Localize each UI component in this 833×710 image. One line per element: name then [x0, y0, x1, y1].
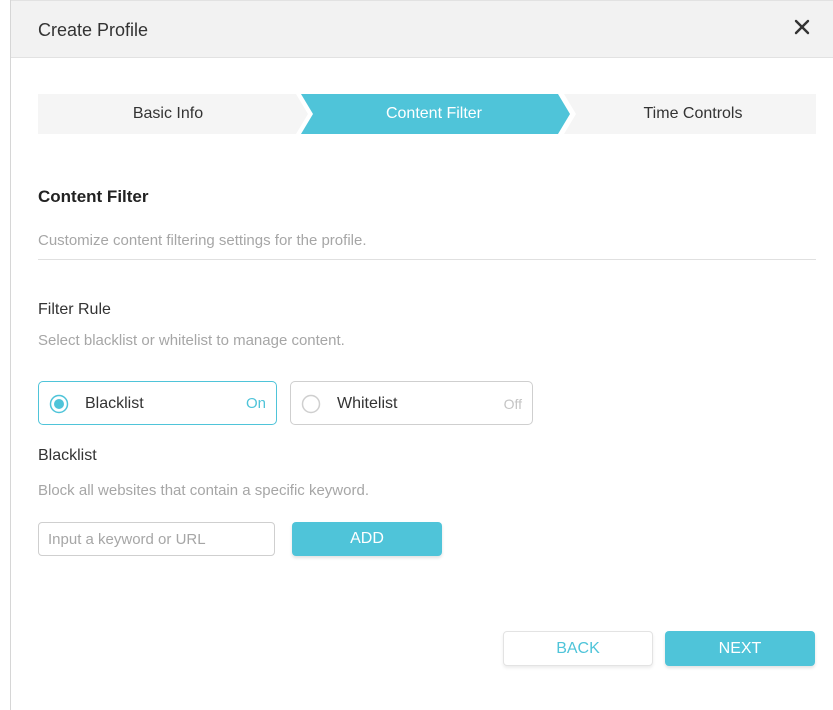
step-time-controls[interactable]: Time Controls	[570, 94, 816, 134]
add-button[interactable]: ADD	[292, 522, 442, 556]
close-icon[interactable]	[788, 13, 816, 41]
radio-unchecked-icon	[301, 394, 321, 419]
radio-checked-icon	[49, 394, 69, 419]
divider	[38, 259, 816, 260]
filter-rule-hint: Select blacklist or whitelist to manage …	[38, 332, 345, 349]
dialog-header: Create Profile	[11, 0, 833, 58]
back-button[interactable]: BACK	[503, 631, 653, 666]
blacklist-option-label: Blacklist	[85, 395, 144, 412]
step-progress: Basic Info Content Filter Time Controls	[38, 94, 816, 134]
filter-rule-label: Filter Rule	[38, 301, 111, 318]
blacklist-option-state: On	[245, 395, 266, 412]
create-profile-dialog: Create Profile Basic Info Content Filter…	[10, 0, 833, 710]
section-title: Content Filter	[38, 187, 149, 206]
step-content-filter[interactable]: Content Filter	[306, 94, 562, 134]
blacklist-option[interactable]: Blacklist On	[38, 381, 277, 425]
whitelist-option[interactable]: Whitelist Off	[290, 381, 533, 425]
blacklist-label: Blacklist	[38, 447, 97, 464]
whitelist-option-state: Off	[503, 396, 522, 412]
next-button[interactable]: NEXT	[665, 631, 815, 666]
blacklist-hint: Block all websites that contain a specif…	[38, 482, 369, 499]
section-description: Customize content filtering settings for…	[38, 232, 367, 249]
dialog-title: Create Profile	[38, 20, 149, 40]
keyword-input[interactable]	[38, 522, 275, 556]
whitelist-option-label: Whitelist	[337, 395, 398, 412]
step-basic-info[interactable]: Basic Info	[38, 94, 298, 134]
